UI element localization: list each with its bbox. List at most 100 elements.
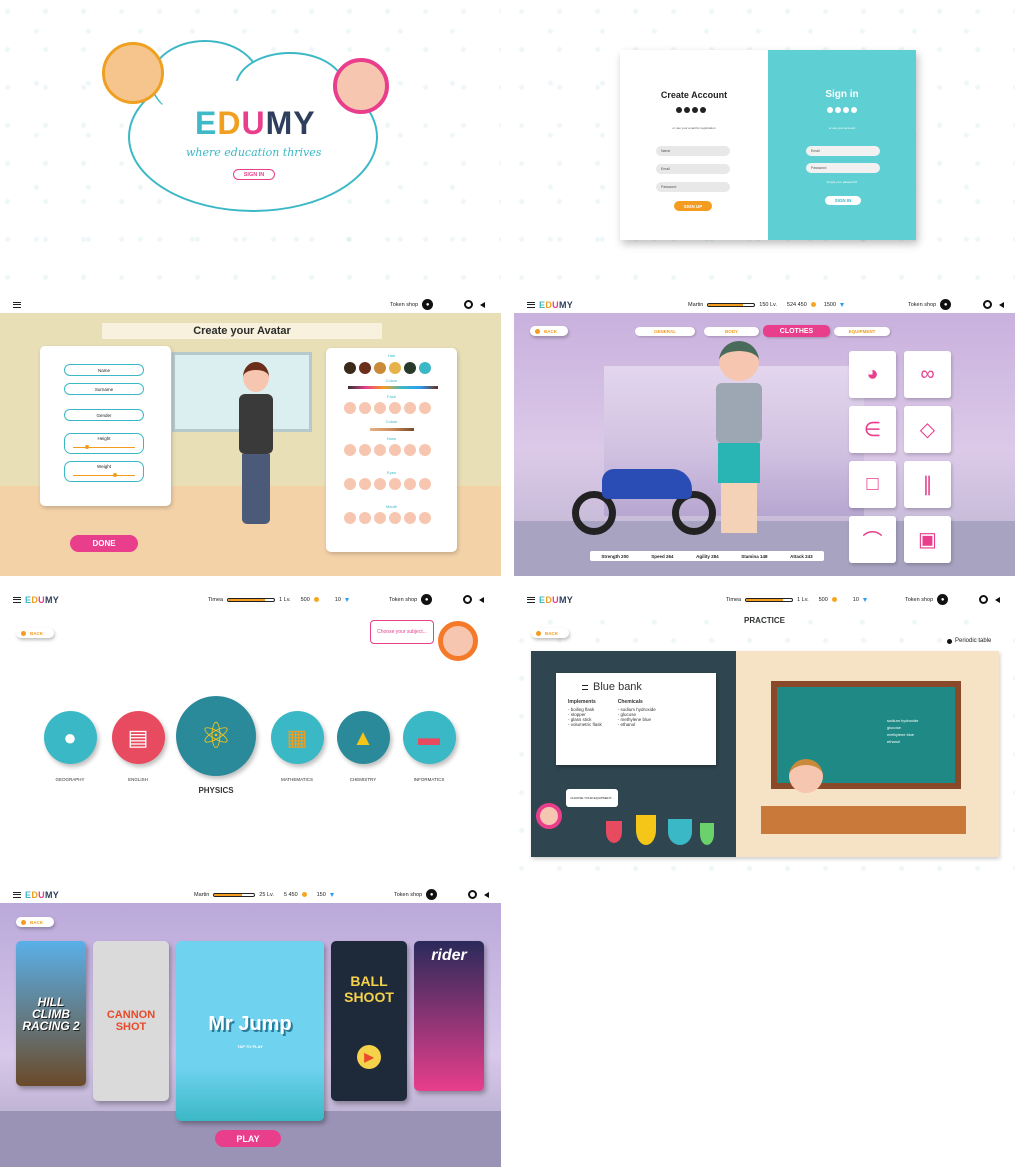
email-field[interactable]: Email (656, 164, 730, 174)
signin-email-field[interactable]: Email (806, 146, 880, 156)
scarf-tile[interactable]: ◇ (904, 406, 951, 453)
back-button[interactable]: BACK (16, 628, 54, 638)
token-shop-label[interactable]: Token shop (905, 597, 933, 603)
gear-icon[interactable] (463, 595, 472, 604)
gender-field[interactable]: Gender (64, 409, 144, 421)
sign-up-button[interactable]: SIGN UP (674, 201, 712, 211)
forgot-password-link[interactable]: Forgot your password? (768, 180, 916, 184)
token-shop-label[interactable]: Token shop (908, 302, 936, 308)
done-button[interactable]: DONE (70, 535, 138, 552)
google-icon[interactable] (700, 107, 706, 113)
password-field[interactable]: Password (656, 182, 730, 192)
speaker-icon[interactable] (479, 596, 484, 603)
cart-icon[interactable]: ● (940, 299, 952, 310)
tshirt-tile[interactable]: □ (849, 461, 896, 508)
blue-bank-note: Blue bank Implements - boiling flask - s… (556, 673, 716, 765)
eyes-label: Eyes (387, 470, 396, 475)
toolbox-tile[interactable]: ▣ (904, 516, 951, 563)
menu-icon[interactable] (13, 301, 21, 308)
gear-icon[interactable] (979, 595, 988, 604)
game-card-mr-jump[interactable]: Mr Jump TAP TO PLAY (176, 941, 324, 1121)
tab-equipment[interactable]: EQUIPMENT (834, 327, 890, 336)
calculator-icon: ▦ (270, 711, 324, 764)
nose-options[interactable] (344, 444, 431, 456)
lab-flasks (596, 801, 736, 851)
sign-in-button[interactable]: SIGN IN (233, 169, 275, 180)
cart-icon[interactable]: ● (421, 594, 433, 605)
periodic-table-link[interactable]: Periodic table (947, 638, 991, 644)
face-label: Face (387, 394, 396, 399)
implement-item[interactable]: - volumetric flask (568, 722, 602, 727)
subject-geography[interactable]: ● GEOGRAPHY (40, 711, 100, 782)
play-icon[interactable]: ▶ (357, 1045, 381, 1069)
token-shop-label[interactable]: Token shop (394, 892, 422, 898)
height-slider[interactable]: Height (64, 433, 144, 454)
speaker-icon[interactable] (995, 596, 1000, 603)
surname-field[interactable]: Surname (64, 383, 144, 395)
weight-slider[interactable]: Weight (64, 461, 144, 482)
subject-mathematics[interactable]: ▦ MATHEMATICS (267, 711, 327, 782)
trousers-tile[interactable]: ∥ (904, 461, 951, 508)
subject-english[interactable]: ▤ ENGLISH (108, 711, 168, 782)
speaker-icon[interactable] (484, 891, 489, 898)
earmuffs-tile[interactable]: ∈ (849, 406, 896, 453)
edumy-logo: EDUMY (25, 594, 60, 605)
cart-icon[interactable]: ● (422, 299, 434, 310)
slider-thumb[interactable] (113, 473, 117, 477)
name-field[interactable]: Name (656, 146, 730, 156)
token-shop-label[interactable]: Token shop (390, 302, 418, 308)
cart-icon[interactable]: ● (426, 889, 438, 900)
instagram-icon[interactable] (684, 107, 690, 113)
menu-icon[interactable] (527, 301, 535, 308)
cart-icon[interactable]: ● (937, 594, 949, 605)
back-button[interactable]: BACK (530, 326, 568, 336)
game-card-rider[interactable]: rider (414, 941, 484, 1091)
speaker-icon[interactable] (999, 301, 1004, 308)
glasses-tile[interactable]: ∞ (904, 351, 951, 398)
subject-physics[interactable]: ⚛ PHYSICS (174, 696, 258, 795)
subject-informatics[interactable]: ▬ INFORMATICS (399, 711, 459, 782)
face-options[interactable] (344, 402, 431, 414)
subject-label: GEOGRAPHY (55, 777, 85, 782)
back-button[interactable]: BACK (16, 917, 54, 927)
game-card-ball-shoot[interactable]: BALL SHOOT ▶ (331, 941, 407, 1101)
menu-icon[interactable] (13, 596, 21, 603)
girl-character (333, 58, 389, 114)
facebook-icon[interactable] (676, 107, 682, 113)
menu-icon[interactable] (527, 596, 535, 603)
subject-label: PHYSICS (198, 786, 234, 795)
google-icon[interactable] (851, 107, 857, 113)
tab-general[interactable]: GENERAL (635, 327, 695, 336)
subject-chemistry[interactable]: ▲ CHEMISTRY (333, 711, 393, 782)
eyes-options[interactable] (344, 478, 431, 490)
shoe-tile[interactable]: ⌒ (849, 516, 896, 563)
tab-body[interactable]: BODY (704, 327, 759, 336)
gear-icon[interactable] (464, 300, 473, 309)
level-label: 1 Lv. (797, 596, 809, 603)
boy-character (102, 42, 164, 104)
tab-clothes[interactable]: CLOTHES (763, 325, 830, 337)
gear-icon[interactable] (983, 300, 992, 309)
slider-thumb[interactable] (85, 445, 89, 449)
game-card-hill-climb[interactable]: HILL CLIMB RACING 2 (16, 941, 86, 1086)
back-icon (21, 919, 26, 925)
menu-icon[interactable] (13, 891, 21, 898)
game-card-cannon-shot[interactable]: CANNON SHOT (93, 941, 169, 1101)
linkedin-icon[interactable] (692, 107, 698, 113)
instagram-icon[interactable] (835, 107, 841, 113)
sign-in-submit[interactable]: SIGN IN (825, 196, 861, 205)
facebook-icon[interactable] (827, 107, 833, 113)
name-field[interactable]: Name (64, 364, 144, 376)
speaker-icon[interactable] (480, 301, 485, 308)
beanie-tile[interactable]: ◕ (849, 351, 896, 398)
back-button[interactable]: BACK (531, 628, 569, 638)
gear-icon[interactable] (468, 890, 477, 899)
mouth-options[interactable] (344, 512, 431, 524)
globe-icon: ● (43, 711, 97, 764)
hair-options[interactable] (344, 362, 431, 374)
chemical-item[interactable]: - ethanol (618, 722, 656, 727)
play-button[interactable]: PLAY (215, 1130, 281, 1147)
linkedin-icon[interactable] (843, 107, 849, 113)
signin-password-field[interactable]: Password (806, 163, 880, 173)
token-shop-label[interactable]: Token shop (389, 597, 417, 603)
